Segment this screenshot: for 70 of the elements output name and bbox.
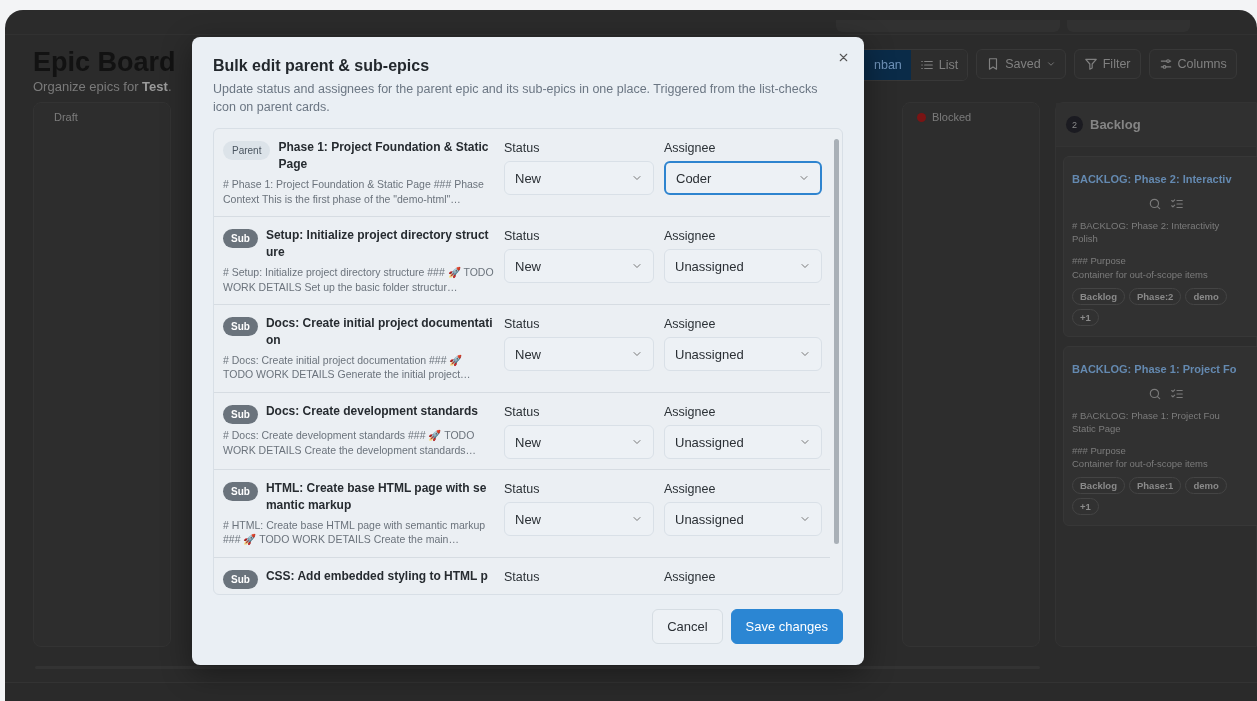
filter-button[interactable]: Filter <box>1073 49 1141 79</box>
epic-card[interactable]: BACKLOG: Phase 2: Interactiv # BACKLOG: Phase 2: Interactivity Polish ### Purpose Container for out-of-scope items Backlog Phase:2 demo +1 <box>1063 156 1257 337</box>
status-select[interactable]: New <box>504 249 654 284</box>
field-label: Assignee <box>664 570 717 585</box>
field-label: Status <box>504 482 541 497</box>
sliders-icon <box>1158 57 1173 71</box>
field-label: Status <box>504 317 541 332</box>
count-badge: 2 <box>1066 116 1083 133</box>
type-badge: Sub <box>223 405 258 425</box>
field-label: Status <box>504 570 541 585</box>
field-label: Assignee <box>664 405 717 420</box>
epic-title: CSS: Add embedded styling to HTML p <box>265 568 488 585</box>
card-title[interactable]: BACKLOG: Phase 1: Project Fo <box>1072 362 1237 375</box>
card-description: # BACKLOG: Phase 1: Project Fou Static Page <box>1072 408 1220 436</box>
search-icon <box>1148 197 1162 211</box>
field-label: Status <box>504 141 541 156</box>
filter-icon <box>1083 57 1098 71</box>
cancel-button[interactable]: Cancel <box>652 609 723 645</box>
status-select[interactable]: New <box>504 425 654 460</box>
assignee-select[interactable]: Unassigned <box>664 425 822 460</box>
epic-title: Phase 1: Project Foundation & Static Page <box>278 139 490 173</box>
card-description: # BACKLOG: Phase 2: Interactivity Polish <box>1072 219 1220 246</box>
epic-description: # Docs: Create development standards ### 🚀 TODO WORK DETAILS Create the development standards… <box>223 428 478 458</box>
search-icon <box>1148 386 1162 401</box>
type-badge: Sub <box>223 229 258 249</box>
column-title: Draft <box>54 111 78 123</box>
field-label: Status <box>504 405 541 420</box>
assignee-select[interactable]: Unassigned <box>664 337 822 372</box>
field-label: Assignee <box>664 229 717 244</box>
type-badge: Sub <box>223 570 258 590</box>
assignee-select[interactable]: Unassigned <box>664 502 822 537</box>
type-badge: Parent <box>223 141 271 161</box>
epic-description: # Phase 1: Project Foundation & Static Page ### Phase Context This is the first phase of the "demo-html"… <box>223 176 485 207</box>
save-button[interactable]: Save changes <box>730 609 843 645</box>
field-label: Status <box>504 229 541 244</box>
list-icon <box>919 58 934 72</box>
epic-description: # Docs: Create initial project documentation ### 🚀 TODO WORK DETAILS Generate the initial project… <box>223 352 472 383</box>
columns-button[interactable]: Columns <box>1148 49 1237 79</box>
close-icon[interactable] <box>837 51 850 64</box>
checklist-icon <box>1170 386 1184 401</box>
epic-title: Docs: Create development standards <box>265 403 478 420</box>
column-title: Backlog <box>1090 117 1141 132</box>
epic-description: # HTML: Create base HTML page with semantic markup ### 🚀 TODO WORK DETAILS Create the main… <box>223 517 487 548</box>
assignee-select[interactable]: Unassigned <box>664 249 822 284</box>
type-badge: Sub <box>223 482 258 502</box>
card-description: ### Purpose Container for out-of-scope items <box>1072 254 1208 281</box>
column-title: Blocked <box>932 111 972 123</box>
assignee-select[interactable]: Coder <box>664 161 822 196</box>
status-select[interactable]: New <box>504 161 654 196</box>
card-title[interactable]: BACKLOG: Phase 2: Interactiv <box>1072 173 1232 185</box>
epic-title: HTML: Create base HTML page with semantic markup <box>265 480 488 514</box>
scrollbar[interactable] <box>834 139 839 545</box>
field-label: Assignee <box>664 482 717 497</box>
dialog-title: Bulk edit parent & sub-epics <box>213 57 431 75</box>
page-subtitle: Organize epics for Test. <box>33 79 172 94</box>
field-label: Assignee <box>664 317 717 332</box>
checklist-icon <box>1170 197 1184 211</box>
epic-title: Docs: Create initial project documentation <box>265 315 494 349</box>
epic-title: Setup: Initialize project directory structure <box>265 227 490 261</box>
saved-button[interactable]: Saved <box>976 49 1066 79</box>
status-select[interactable]: New <box>504 502 654 537</box>
type-badge: Sub <box>223 317 258 337</box>
field-label: Assignee <box>664 141 717 156</box>
chevron-down-icon <box>1045 59 1056 69</box>
dialog-description: Update status and assignees for the parent epic and its sub-epics in one place. Triggered from the list-checks icon on parent cards. <box>213 81 819 117</box>
scrollbar[interactable] <box>35 666 1040 669</box>
status-select[interactable]: New <box>504 337 654 372</box>
epic-description: # Setup: Initialize project directory structure ### 🚀 TODO WORK DETAILS Set up the basic folder structur… <box>223 264 494 295</box>
epic-card[interactable]: BACKLOG: Phase 1: Project Fo # BACKLOG: Phase 1: Project Fou Static Page ### Purpose Container for out-of-scope items Backlog Phase:1 demo +1 <box>1063 345 1257 527</box>
card-description: ### Purpose Container for out-of-scope items <box>1072 443 1208 471</box>
